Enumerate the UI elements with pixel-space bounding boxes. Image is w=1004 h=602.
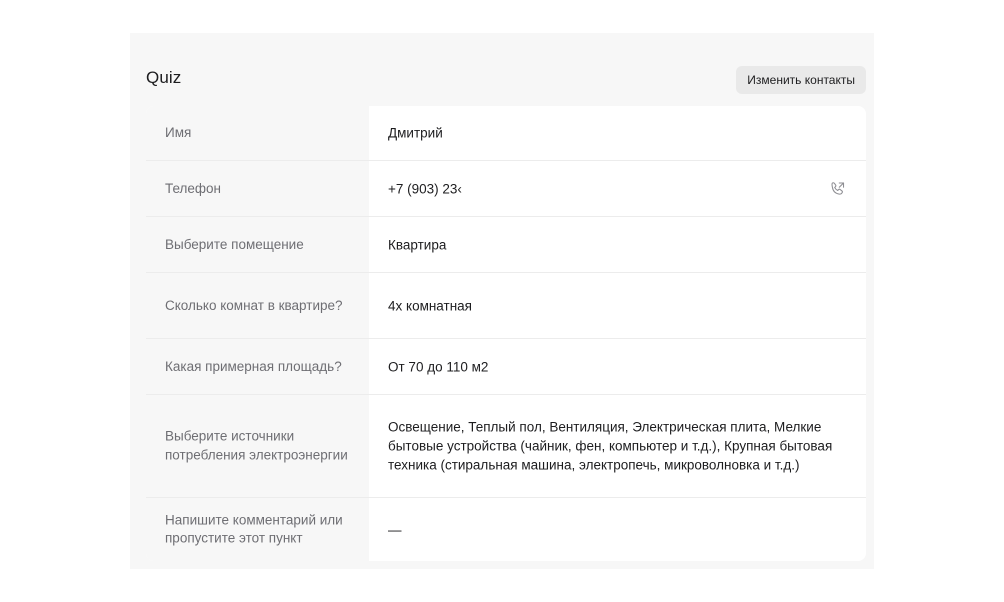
row-label: Выберите помещение	[165, 236, 304, 252]
row-label: Сколько комнат в квартире?	[165, 297, 343, 313]
row-value: Дмитрий	[388, 125, 443, 141]
row-label: Имя	[165, 124, 192, 140]
row-value: Освещение, Теплый пол, Вентиляция, Элект…	[388, 419, 833, 473]
quiz-panel: Quiz Изменить контакты Имя Дмитрий Телеф…	[130, 33, 874, 569]
row-label: Напишите комментарий или пропустите этот…	[165, 512, 343, 546]
table-row-phone: Телефон +7 (903) 23‹	[146, 161, 866, 217]
table-row-name: Имя Дмитрий	[146, 106, 866, 161]
phone-call-icon[interactable]	[829, 180, 846, 197]
row-value: Квартира	[388, 237, 447, 252]
panel-header: Quiz Изменить контакты	[146, 66, 866, 94]
row-label: Какая примерная площадь?	[165, 358, 342, 374]
table-row-area: Какая примерная площадь? От 70 до 110 м2	[146, 339, 866, 395]
table-row-rooms: Сколько комнат в квартире? 4х комнатная	[146, 273, 866, 339]
row-label: Выберите источники потребления электроэн…	[165, 428, 348, 463]
row-value: От 70 до 110 м2	[388, 359, 489, 374]
row-value: +7 (903) 23‹	[388, 181, 462, 196]
row-value: —	[388, 522, 402, 537]
table-row-premises: Выберите помещение Квартира	[146, 217, 866, 273]
quiz-answers-table: Имя Дмитрий Телефон +7 (903) 23‹ Выберит…	[146, 106, 866, 561]
row-label: Телефон	[165, 180, 222, 196]
edit-contacts-button[interactable]: Изменить контакты	[736, 66, 866, 94]
row-value: 4х комнатная	[388, 298, 472, 313]
table-row-power-sources: Выберите источники потребления электроэн…	[146, 395, 866, 498]
table-row-comment: Напишите комментарий или пропустите этот…	[146, 498, 866, 561]
panel-title: Quiz	[146, 68, 182, 87]
